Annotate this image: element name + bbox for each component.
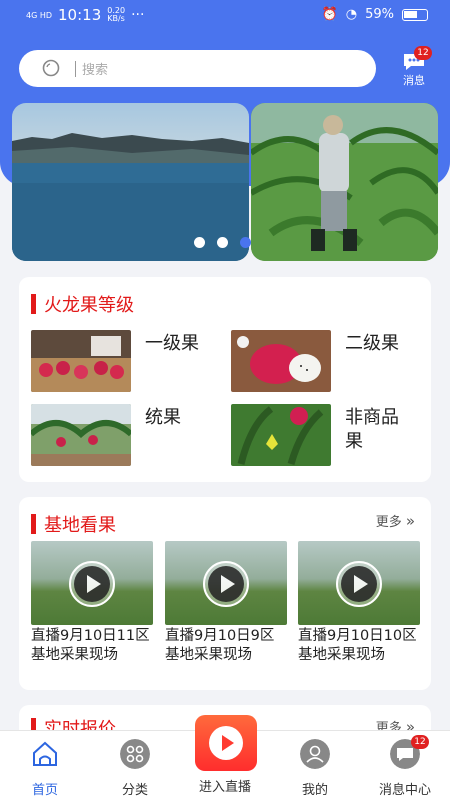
messages-badge: 12 [414, 46, 432, 60]
play-icon[interactable] [203, 561, 249, 607]
video-thumbnail[interactable] [31, 541, 153, 625]
live-button[interactable] [195, 715, 257, 771]
grade-item-second[interactable]: 二级果 [231, 330, 415, 392]
video-caption[interactable]: 直播9月10日11区基地采果现场 [31, 627, 153, 665]
signal-indicator: 4G HD [26, 10, 53, 20]
carousel-indicators[interactable] [194, 237, 251, 248]
tab-messages-label: 消息中心 [378, 783, 431, 798]
play-icon[interactable] [336, 561, 382, 607]
alarm-icon: ⏰ [321, 7, 338, 22]
clock: 10:13 [58, 6, 102, 24]
base-more-link[interactable]: 更多 » [375, 511, 415, 531]
network-rate: 0.20 KB/s [107, 6, 126, 23]
video-item[interactable]: 直播9月10日10区基地采果现场 [298, 541, 420, 665]
grade-label-non-commercial: 非商品果 [345, 407, 399, 452]
tab-mine[interactable]: 我的 [275, 739, 355, 798]
grade-section: 火龙果等级 一级果 二级果 统果 非商品果 [19, 277, 431, 482]
more-label: 更多 [375, 515, 402, 530]
search-input[interactable]: 搜索 [82, 59, 108, 78]
grade-label-bulk: 统果 [145, 407, 181, 428]
status-bar: 4G HD 10:13 0.20 KB/s ··· ⏰ ◔ 59% [0, 0, 450, 34]
grade-label-first: 一级果 [145, 333, 199, 354]
video-item[interactable]: 直播9月10日9区基地采果现场 [165, 541, 287, 665]
carousel-dot[interactable] [194, 237, 205, 248]
grade-item-first[interactable]: 一级果 [31, 330, 215, 392]
video-item[interactable]: 直播9月10日11区基地采果现场 [31, 541, 153, 665]
grade-section-title: 火龙果等级 [31, 291, 134, 317]
search-divider [75, 60, 76, 77]
wifi-icon: ◔ [345, 7, 358, 22]
video-caption[interactable]: 直播9月10日10区基地采果现场 [298, 627, 420, 665]
video-caption[interactable]: 直播9月10日9区基地采果现场 [165, 627, 287, 665]
search-bar[interactable]: 搜索 [19, 50, 376, 87]
grade-image-non-commercial [231, 404, 331, 466]
tab-live-label: 进入直播 [198, 780, 251, 795]
banner-slide-farmer[interactable] [251, 103, 438, 261]
tab-messages-badge: 12 [411, 735, 429, 749]
grade-title-text: 火龙果等级 [44, 295, 134, 316]
grade-item-non-commercial[interactable]: 非商品果 [231, 404, 415, 466]
title-marker [31, 294, 36, 314]
carousel-dot[interactable] [217, 237, 228, 248]
tab-mine-label: 我的 [301, 783, 328, 798]
video-thumbnail[interactable] [165, 541, 287, 625]
carousel-dot-active[interactable] [240, 237, 251, 248]
base-section: 基地看果 更多 » 直播9月10日11区基地采果现场 直播9月10日9区基地采果… [19, 497, 431, 690]
category-icon [120, 739, 150, 769]
farmer-field-image [251, 103, 438, 261]
video-thumbnail[interactable] [298, 541, 420, 625]
live-play-icon [209, 726, 243, 760]
double-chevron-right-icon: » [405, 511, 415, 530]
messages-button[interactable]: 12 消息 [396, 46, 432, 90]
battery-percent: 59% [365, 7, 394, 22]
base-section-title: 基地看果 [31, 511, 116, 537]
tab-category-label: 分类 [121, 783, 148, 798]
search-icon [42, 59, 60, 76]
grade-item-bulk[interactable]: 统果 [31, 404, 215, 466]
more-dots: ··· [131, 7, 145, 23]
battery-icon [402, 8, 428, 21]
play-icon[interactable] [69, 561, 115, 607]
grade-image-second [231, 330, 331, 392]
banner-carousel[interactable] [12, 103, 438, 261]
user-icon [300, 739, 330, 769]
home-icon [33, 741, 57, 766]
tab-category[interactable]: 分类 [95, 739, 175, 798]
tab-home[interactable]: 首页 [5, 739, 85, 798]
grade-label-second: 二级果 [345, 333, 399, 354]
base-title-text: 基地看果 [44, 515, 116, 536]
tab-messages[interactable]: 12 消息中心 [365, 735, 445, 798]
tab-live[interactable]: 进入直播 [185, 776, 265, 795]
grade-image-bulk [31, 404, 131, 466]
tab-home-label: 首页 [31, 783, 58, 798]
title-marker [31, 514, 36, 534]
grade-image-first [31, 330, 131, 392]
messages-label: 消息 [403, 74, 425, 87]
